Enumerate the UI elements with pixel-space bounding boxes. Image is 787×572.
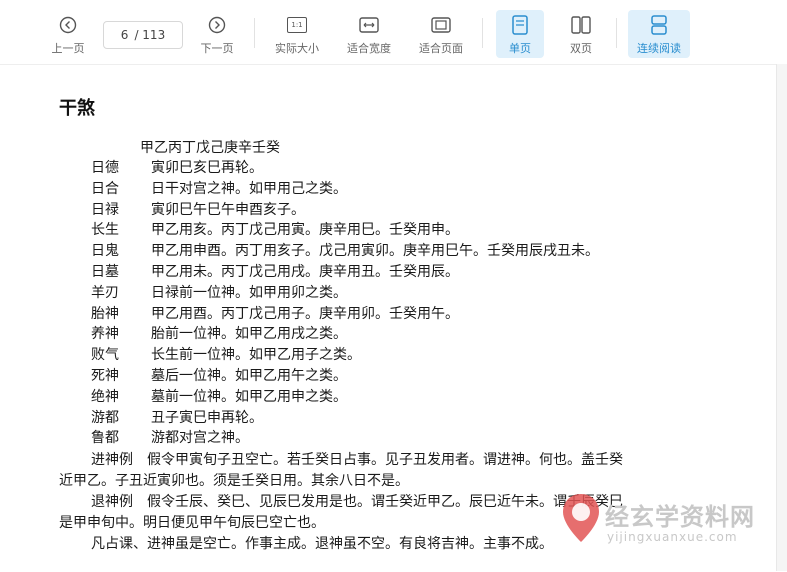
double-page-button[interactable]: 双页 xyxy=(558,10,604,58)
section-title: 干煞 xyxy=(59,98,95,119)
continuous-reading-icon xyxy=(648,14,670,36)
entry-row: 死神 墓后一位神。如甲乙用午之类。 xyxy=(91,366,347,386)
chevron-right-circle-icon xyxy=(206,14,228,36)
fit-page-label: 适合页面 xyxy=(419,42,463,55)
entry-term: 日禄 xyxy=(91,201,119,218)
watermark-text: 经玄学资料网 xyxy=(605,503,755,531)
watermark-url: yijingxuanxue.com xyxy=(607,530,738,544)
entry-term: 日墓 xyxy=(91,264,119,280)
entry-term: 羊刃 xyxy=(91,284,119,301)
entry-text: 墓前一位神。如甲乙用申之类。 xyxy=(151,388,347,405)
actual-size-label: 实际大小 xyxy=(275,42,319,55)
entry-term: 长生 xyxy=(91,222,119,239)
entry-text: 甲乙用酉。丙丁戊己用子。庚辛用卯。壬癸用午。 xyxy=(151,305,459,322)
fit-width-icon xyxy=(358,14,380,36)
continuous-reading-label: 连续阅读 xyxy=(637,42,681,55)
entry-row: 败气 长生前一位神。如甲乙用子之类。 xyxy=(91,345,361,365)
fit-page-button[interactable]: 适合页面 xyxy=(414,10,468,58)
para1-line1-text: 假令甲寅旬子丑空亡。若壬癸日占事。见子丑发用者。谓进神。何也。盖壬癸 xyxy=(147,452,623,468)
para1-line2: 近甲乙。子丑近寅卯也。须是壬癸日用。其余八日不是。 xyxy=(59,473,409,489)
fit-width-label: 适合宽度 xyxy=(347,42,391,55)
entry-text: 丑子寅巳申再轮。 xyxy=(151,409,263,426)
entry-row: 日墓 甲乙用未。丙丁戊己用戌。庚辛用丑。壬癸用辰。 xyxy=(91,262,459,282)
entry-term: 死神 xyxy=(91,368,119,384)
single-page-label: 单页 xyxy=(509,42,531,55)
continuous-reading-button[interactable]: 连续阅读 xyxy=(628,10,690,58)
entry-row: 日禄 寅卯巳午巳午申酉亥子。 xyxy=(91,200,305,220)
para2-line1-text: 假令壬辰、癸巳、见辰巳发用是也。谓壬癸近甲乙。辰巳近午未。谓壬辰癸巳 xyxy=(147,494,623,510)
entry-text: 甲乙用申酉。丙丁用亥子。戊己用寅卯。庚辛用巳午。壬癸用辰戌丑未。 xyxy=(151,243,599,260)
entry-row: 胎神 甲乙用酉。丙丁戊己用子。庚辛用卯。壬癸用午。 xyxy=(91,304,459,324)
toolbar-divider xyxy=(482,18,483,48)
para2-line2: 是甲申旬中。明日便见甲午旬辰巳空亡也。 xyxy=(59,515,325,531)
entry-row: 长生 甲乙用亥。丙丁戊己用寅。庚辛用巳。壬癸用申。 xyxy=(91,220,459,240)
next-page-button[interactable]: 下一页 xyxy=(194,10,240,58)
entry-term: 鲁都 xyxy=(91,430,119,447)
entry-term: 游都 xyxy=(91,409,119,426)
prev-page-label: 上一页 xyxy=(51,42,85,55)
entry-row: 羊刃 日禄前一位神。如甲用卯之类。 xyxy=(91,283,347,303)
chevron-left-circle-icon xyxy=(57,14,79,36)
entry-text: 游都对宫之神。 xyxy=(151,430,249,447)
entry-text: 胎前一位神。如甲乙用戌之类。 xyxy=(151,326,347,343)
entry-row: 日德 寅卯巳亥巳再轮。 xyxy=(91,158,263,178)
entry-text: 甲乙用未。丙丁戊己用戌。庚辛用丑。壬癸用辰。 xyxy=(151,264,459,280)
entry-text: 日禄前一位神。如甲用卯之类。 xyxy=(151,284,347,301)
entry-row: 日合 日干对宫之神。如甲用己之类。 xyxy=(91,179,347,199)
actual-size-button[interactable]: 1:1 实际大小 xyxy=(270,10,324,58)
entry-term: 日鬼 xyxy=(91,243,119,260)
fit-page-icon xyxy=(430,14,452,36)
entry-row: 游都 丑子寅巳申再轮。 xyxy=(91,408,263,428)
stem-header-line: 甲乙丙丁戊己庚辛壬癸 xyxy=(140,140,280,156)
next-page-label: 下一页 xyxy=(200,42,234,55)
page-number-input[interactable]: 6 / 113 xyxy=(103,21,183,49)
para1-line1: 进神例 假令甲寅旬子丑空亡。若壬癸日占事。见子丑发用者。谓进神。何也。盖壬癸 xyxy=(91,450,623,470)
double-page-icon xyxy=(570,14,592,36)
actual-size-icon: 1:1 xyxy=(286,14,308,36)
entry-term: 绝神 xyxy=(91,388,119,405)
entry-term: 养神 xyxy=(91,326,119,343)
entry-row: 养神 胎前一位神。如甲乙用戌之类。 xyxy=(91,324,347,344)
entry-term: 败气 xyxy=(91,347,119,364)
para2-term: 退神例 xyxy=(91,494,133,510)
viewer-toolbar: 上一页 6 / 113 下一页 1:1 实际大小 适合宽度 适合页面 单页 双页… xyxy=(0,0,787,64)
entry-text: 甲乙用亥。丙丁戊己用寅。庚辛用巳。壬癸用申。 xyxy=(151,222,459,239)
page-total: / 113 xyxy=(134,28,166,42)
single-page-button[interactable]: 单页 xyxy=(496,10,544,58)
page-current: 6 xyxy=(120,28,129,42)
toolbar-divider xyxy=(616,18,617,48)
entry-text: 日干对宫之神。如甲用己之类。 xyxy=(151,180,347,197)
toolbar-divider xyxy=(254,18,255,48)
para2-line1: 退神例 假令壬辰、癸巳、见辰巳发用是也。谓壬癸近甲乙。辰巳近午未。谓壬辰癸巳 xyxy=(91,492,623,512)
para1-term: 进神例 xyxy=(91,452,133,468)
entry-text: 长生前一位神。如甲乙用子之类。 xyxy=(151,347,361,364)
single-page-icon xyxy=(509,14,531,36)
entry-term: 胎神 xyxy=(91,305,119,322)
entry-row: 鲁都 游都对宫之神。 xyxy=(91,428,249,448)
entry-row: 绝神 墓前一位神。如甲乙用申之类。 xyxy=(91,387,347,407)
prev-page-button[interactable]: 上一页 xyxy=(45,10,91,58)
entry-text: 寅卯巳亥巳再轮。 xyxy=(151,160,263,176)
entry-term: 日德 xyxy=(91,160,119,176)
fit-width-button[interactable]: 适合宽度 xyxy=(342,10,396,58)
entry-text: 墓后一位神。如甲乙用午之类。 xyxy=(151,368,347,384)
para3-line: 凡占课、进神虽是空亡。作事主成。退神虽不空。有良将吉神。主事不成。 xyxy=(91,536,553,552)
entry-row: 日鬼 甲乙用申酉。丙丁用亥子。戊己用寅卯。庚辛用巳午。壬癸用辰戌丑未。 xyxy=(91,241,599,261)
watermark-logo xyxy=(560,492,602,544)
entry-text: 寅卯巳午巳午申酉亥子。 xyxy=(151,201,305,218)
entry-term: 日合 xyxy=(91,180,119,197)
double-page-label: 双页 xyxy=(570,42,592,55)
vertical-scrollbar[interactable] xyxy=(776,64,787,571)
